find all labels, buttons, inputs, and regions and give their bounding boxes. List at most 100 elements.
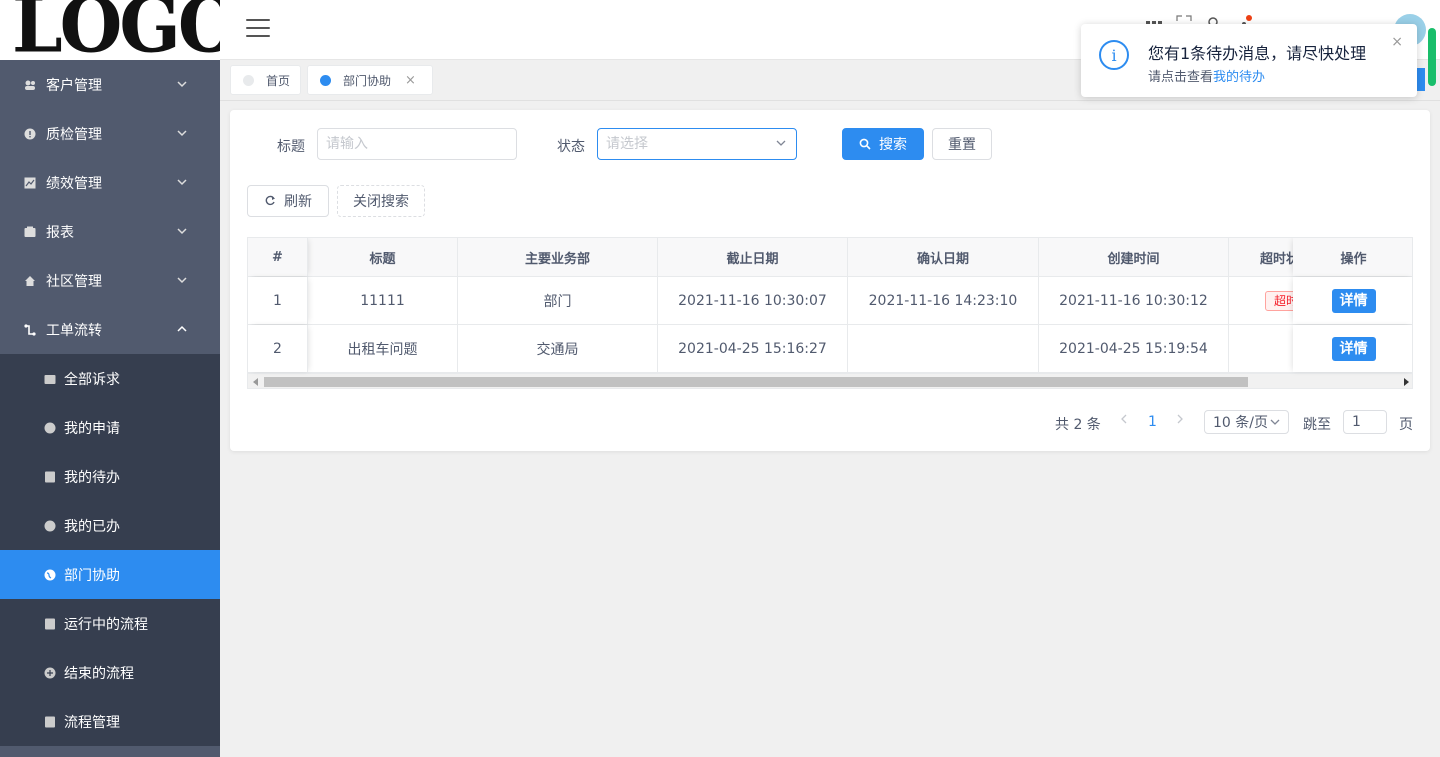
refresh-icon bbox=[265, 195, 275, 206]
notification-desc: 请点击查看我的待办 bbox=[1148, 66, 1265, 85]
hamburger-menu-icon[interactable] bbox=[246, 19, 270, 39]
title-input[interactable]: 请输入 bbox=[317, 128, 517, 160]
reset-button[interactable]: 重置 bbox=[932, 128, 992, 160]
status-placeholder: 请选择 bbox=[606, 136, 648, 152]
search-button-label: 搜索 bbox=[879, 137, 907, 153]
table-row: 2 出租车问题 交通局 2021-04-25 15:16:27 2021-04-… bbox=[248, 325, 1412, 373]
search-icon bbox=[859, 138, 871, 150]
submenu-running-processes[interactable]: 运行中的流程 bbox=[0, 599, 220, 648]
cell-confirm bbox=[848, 325, 1039, 372]
tab-close-icon[interactable]: × bbox=[405, 73, 416, 88]
menu-community[interactable]: 社区管理 bbox=[0, 256, 220, 305]
cell-action: 详情 bbox=[1293, 277, 1412, 324]
submenu-label: 全部诉求 bbox=[64, 371, 120, 388]
submenu-process-management[interactable]: 流程管理 bbox=[0, 697, 220, 746]
notification-title: 您有1条待办消息，请尽快处理 bbox=[1148, 44, 1367, 63]
menu-label: 报表 bbox=[46, 224, 74, 241]
chevron-up-icon bbox=[177, 325, 187, 332]
submenu-label: 我的待办 bbox=[64, 469, 120, 486]
report-icon bbox=[24, 226, 36, 238]
cell-created: 2021-04-25 15:19:54 bbox=[1039, 325, 1229, 372]
submenu-label: 结束的流程 bbox=[64, 665, 134, 682]
workflow-icon bbox=[24, 323, 36, 336]
menu-label: 社区管理 bbox=[46, 273, 102, 290]
logo[interactable]: LOGO bbox=[0, 0, 220, 60]
document-icon bbox=[44, 716, 56, 728]
submenu-label: 运行中的流程 bbox=[64, 616, 148, 633]
cell-created: 2021-11-16 10:30:12 bbox=[1039, 277, 1229, 324]
notification-desc-text: 请点击查看 bbox=[1148, 70, 1214, 85]
chevron-down-icon bbox=[177, 228, 187, 235]
col-created: 创建时间 bbox=[1039, 238, 1229, 276]
menu-workflow[interactable]: 工单流转 bbox=[0, 305, 220, 354]
submenu-my-done[interactable]: 我的已办 bbox=[0, 501, 220, 550]
horizontal-scrollbar[interactable] bbox=[248, 373, 1412, 388]
prev-page-icon[interactable] bbox=[1119, 413, 1129, 429]
check-circle-icon bbox=[44, 520, 56, 532]
logo-text: LOGO bbox=[12, 0, 220, 60]
col-confirm: 确认日期 bbox=[848, 238, 1039, 276]
notification: i 您有1条待办消息，请尽快处理 请点击查看我的待办 × bbox=[1081, 24, 1417, 97]
refresh-button-label: 刷新 bbox=[284, 194, 312, 210]
refresh-button[interactable]: 刷新 bbox=[247, 185, 329, 217]
cell-deadline: 2021-04-25 15:16:27 bbox=[658, 325, 848, 372]
next-page-icon[interactable] bbox=[1175, 413, 1185, 429]
pagination-total: 共 2 条 bbox=[1055, 417, 1101, 433]
page-size-select[interactable]: 10 条/页 bbox=[1204, 410, 1289, 434]
main-card: 标题 请输入 状态 请选择 搜索 重置 刷新 关闭搜索 # 标题 主要业务部 截… bbox=[230, 110, 1430, 451]
notification-close-icon[interactable]: × bbox=[1391, 34, 1403, 50]
submenu-label: 我的已办 bbox=[64, 518, 120, 535]
detail-button[interactable]: 详情 bbox=[1331, 288, 1376, 313]
tab-dot-icon bbox=[320, 74, 331, 86]
status-label: 状态 bbox=[557, 139, 585, 155]
cell-dept: 交通局 bbox=[458, 325, 658, 372]
submenu-dept-assist[interactable]: 部门协助 bbox=[0, 550, 220, 599]
submenu-all-requests[interactable]: 全部诉求 bbox=[0, 354, 220, 403]
scroll-left-icon[interactable] bbox=[253, 378, 258, 386]
cell-action: 详情 bbox=[1293, 325, 1412, 372]
col-deadline: 截止日期 bbox=[658, 238, 848, 276]
header-action-button[interactable] bbox=[1416, 68, 1425, 91]
cell-dept: 部门 bbox=[458, 277, 658, 324]
cell-confirm: 2021-11-16 14:23:10 bbox=[848, 277, 1039, 324]
submenu-label: 我的申请 bbox=[64, 420, 120, 437]
submenu-my-applications[interactable]: 我的申请 bbox=[0, 403, 220, 452]
menu-performance[interactable]: 绩效管理 bbox=[0, 158, 220, 207]
table-header: # 标题 主要业务部 截止日期 确认日期 创建时间 超时状 操作 bbox=[248, 238, 1412, 277]
search-button[interactable]: 搜索 bbox=[842, 128, 924, 160]
plus-circle-icon bbox=[44, 667, 56, 679]
submenu-finished-processes[interactable]: 结束的流程 bbox=[0, 648, 220, 697]
chart-icon bbox=[24, 177, 36, 189]
sidebar: LOGO 客户管理 质检管理 绩效管理 报表 社区管理 工单流转 全部诉求 我的… bbox=[0, 0, 220, 757]
toggle-search-button[interactable]: 关闭搜索 bbox=[337, 185, 425, 217]
jump-input[interactable]: 1 bbox=[1343, 410, 1387, 434]
submenu-my-todo[interactable]: 我的待办 bbox=[0, 452, 220, 501]
document-icon bbox=[44, 471, 56, 483]
cell-title: 出租车问题 bbox=[308, 325, 458, 372]
my-todo-link[interactable]: 我的待办 bbox=[1213, 70, 1265, 85]
scrollbar-thumb[interactable] bbox=[264, 377, 1248, 387]
chevron-down-icon bbox=[177, 81, 187, 88]
menu-label: 工单流转 bbox=[46, 322, 102, 339]
page-suffix: 页 bbox=[1399, 417, 1413, 433]
menu-report[interactable]: 报表 bbox=[0, 207, 220, 256]
tab-home[interactable]: 首页 bbox=[230, 65, 301, 95]
scroll-right-icon[interactable] bbox=[1404, 378, 1409, 386]
status-select[interactable]: 请选择 bbox=[597, 128, 797, 160]
menu-customer[interactable]: 客户管理 bbox=[0, 60, 220, 109]
workflow-submenu: 全部诉求 我的申请 我的待办 我的已办 部门协助 运行中的流程 结束的流程 流程… bbox=[0, 354, 220, 746]
menu-label: 绩效管理 bbox=[46, 175, 102, 192]
globe-icon bbox=[44, 569, 56, 581]
side-scroll-indicator[interactable] bbox=[1428, 28, 1436, 86]
page-number[interactable]: 1 bbox=[1148, 414, 1157, 430]
col-dept: 主要业务部 bbox=[458, 238, 658, 276]
cell-title: 11111 bbox=[308, 277, 458, 324]
chevron-down-icon bbox=[177, 179, 187, 186]
tab-dept-assist[interactable]: 部门协助 × bbox=[307, 65, 433, 95]
detail-button[interactable]: 详情 bbox=[1331, 336, 1376, 361]
menu-quality[interactable]: 质检管理 bbox=[0, 109, 220, 158]
cell-index: 2 bbox=[248, 325, 308, 372]
chevron-down-icon bbox=[177, 277, 187, 284]
folder-icon bbox=[44, 373, 56, 385]
menu-label: 客户管理 bbox=[46, 77, 102, 94]
